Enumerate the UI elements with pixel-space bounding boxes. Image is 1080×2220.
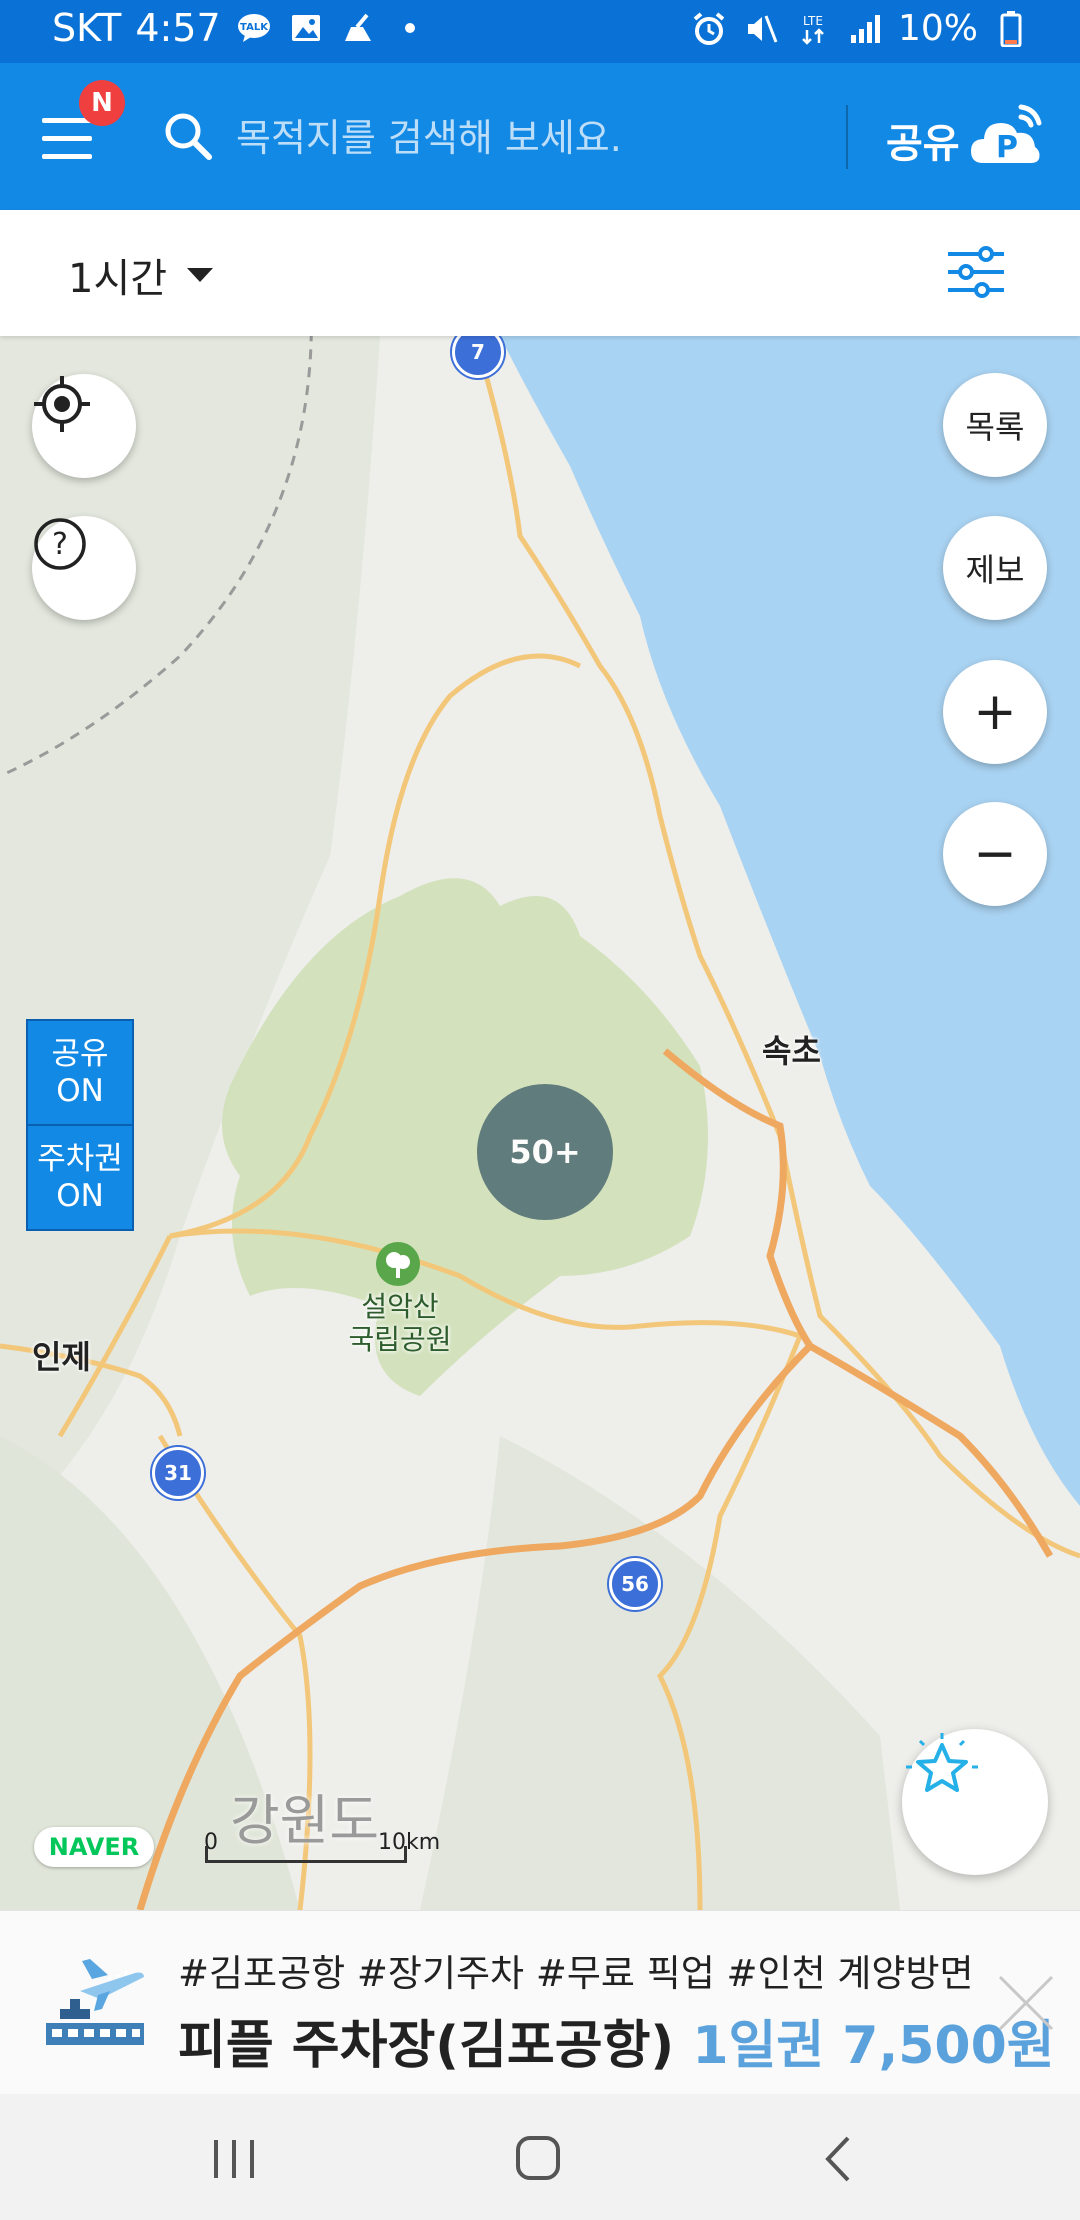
parking-cluster-marker[interactable]: 50+ xyxy=(477,1084,613,1220)
ad-banner[interactable]: #김포공항 #장기주차 #무료 픽업 #인천 계양방면 피플 주차장(김포공항)… xyxy=(0,1910,1080,2095)
share-toggle-label: 공유 xyxy=(51,1035,109,1072)
ad-tags: #김포공항 #장기주차 #무료 픽업 #인천 계양방면 xyxy=(178,1952,974,1995)
airport-icon xyxy=(40,1951,150,2051)
ticket-toggle[interactable]: 주차권 ON xyxy=(28,1124,132,1229)
clock: 4:57 xyxy=(135,6,221,50)
lte-icon: LTE xyxy=(794,10,832,48)
close-icon[interactable] xyxy=(996,1973,1056,2033)
back-icon xyxy=(825,2136,850,2182)
mute-icon xyxy=(742,10,780,48)
battery-percent: 10% xyxy=(897,8,978,49)
map-view[interactable]: 7 31 56 속초 인제 설악산 국립공원 강원도 50+ ? 목록 제보 +… xyxy=(0,336,1080,1910)
park-name-line1: 설악산 xyxy=(361,1290,439,1323)
zoom-in-button[interactable]: + xyxy=(943,660,1047,764)
park-name-line2: 국립공원 xyxy=(348,1323,452,1356)
svg-text:TALK: TALK xyxy=(240,22,269,33)
battery-icon xyxy=(992,10,1030,48)
park-label: 설악산 국립공원 xyxy=(345,1290,455,1356)
status-left: SKT 4:57 TALK xyxy=(52,6,429,50)
city-label-sokcho: 속초 xyxy=(762,1032,821,1070)
ticket-toggle-state: ON xyxy=(56,1177,104,1214)
duration-dropdown[interactable]: 1시간 xyxy=(68,246,214,304)
talk-icon: TALK xyxy=(235,9,273,47)
star-icon xyxy=(906,1733,978,1792)
ad-title: 피플 주차장(김포공항) xyxy=(178,2016,675,2076)
ad-title-line: 피플 주차장(김포공항) 1일권 7,500원 xyxy=(178,2003,1055,2078)
carrier: SKT xyxy=(52,6,122,50)
share-button[interactable]: 공유 xyxy=(886,111,960,169)
search-icon[interactable] xyxy=(163,111,213,161)
svg-text:P: P xyxy=(996,130,1018,165)
route-marker: 56 xyxy=(609,1558,661,1610)
signal-icon xyxy=(846,10,884,48)
home-button[interactable] xyxy=(508,2134,568,2184)
report-button[interactable]: 제보 xyxy=(943,516,1047,620)
notification-badge: N xyxy=(79,80,125,126)
svg-text:?: ? xyxy=(52,527,68,562)
back-button[interactable] xyxy=(810,2134,870,2184)
crosshair-icon xyxy=(34,376,90,432)
status-bar: SKT 4:57 TALK LTE 10% xyxy=(0,0,1080,63)
dot-icon xyxy=(391,9,429,47)
menu-button[interactable] xyxy=(42,118,98,162)
search-input[interactable]: 목적지를 검색해 보세요. xyxy=(236,107,622,162)
share-parking-cloud-icon[interactable]: P xyxy=(969,103,1043,169)
app-bar: N 목적지를 검색해 보세요. 공유 P xyxy=(0,63,1080,210)
toggle-panel: 공유 ON 주차권 ON xyxy=(26,1019,134,1231)
status-right: LTE 10% xyxy=(690,8,1030,49)
cleaner-icon xyxy=(339,9,377,47)
zoom-out-button[interactable]: − xyxy=(943,802,1047,906)
park-icon xyxy=(376,1242,420,1286)
gallery-icon xyxy=(287,9,325,47)
home-icon xyxy=(516,2136,560,2180)
help-icon: ? xyxy=(34,518,86,570)
recent-apps-button[interactable] xyxy=(204,2134,264,2184)
time-filter-bar: 1시간 xyxy=(0,210,1080,336)
province-label: 강원도 xyxy=(230,1789,380,1852)
scale-bar xyxy=(205,1846,407,1863)
route-marker: 31 xyxy=(152,1447,204,1499)
divider xyxy=(846,105,848,169)
svg-text:LTE: LTE xyxy=(803,14,823,28)
system-nav-bar xyxy=(0,2094,1080,2220)
recents-icon xyxy=(214,2140,254,2178)
help-button[interactable]: ? xyxy=(32,516,136,620)
my-location-button[interactable] xyxy=(32,374,136,478)
favorite-button[interactable] xyxy=(902,1729,1048,1875)
chevron-down-icon xyxy=(187,268,214,282)
list-button[interactable]: 목록 xyxy=(943,373,1047,477)
filter-button[interactable] xyxy=(946,242,1006,302)
alarm-icon xyxy=(690,10,728,48)
duration-value: 1시간 xyxy=(68,256,168,302)
ticket-toggle-label: 주차권 xyxy=(37,1140,123,1177)
sliders-icon xyxy=(948,246,1004,298)
share-toggle-state: ON xyxy=(56,1072,104,1109)
naver-logo: NAVER xyxy=(34,1827,154,1867)
city-label-inje: 인제 xyxy=(32,1338,91,1376)
share-toggle[interactable]: 공유 ON xyxy=(28,1021,132,1124)
